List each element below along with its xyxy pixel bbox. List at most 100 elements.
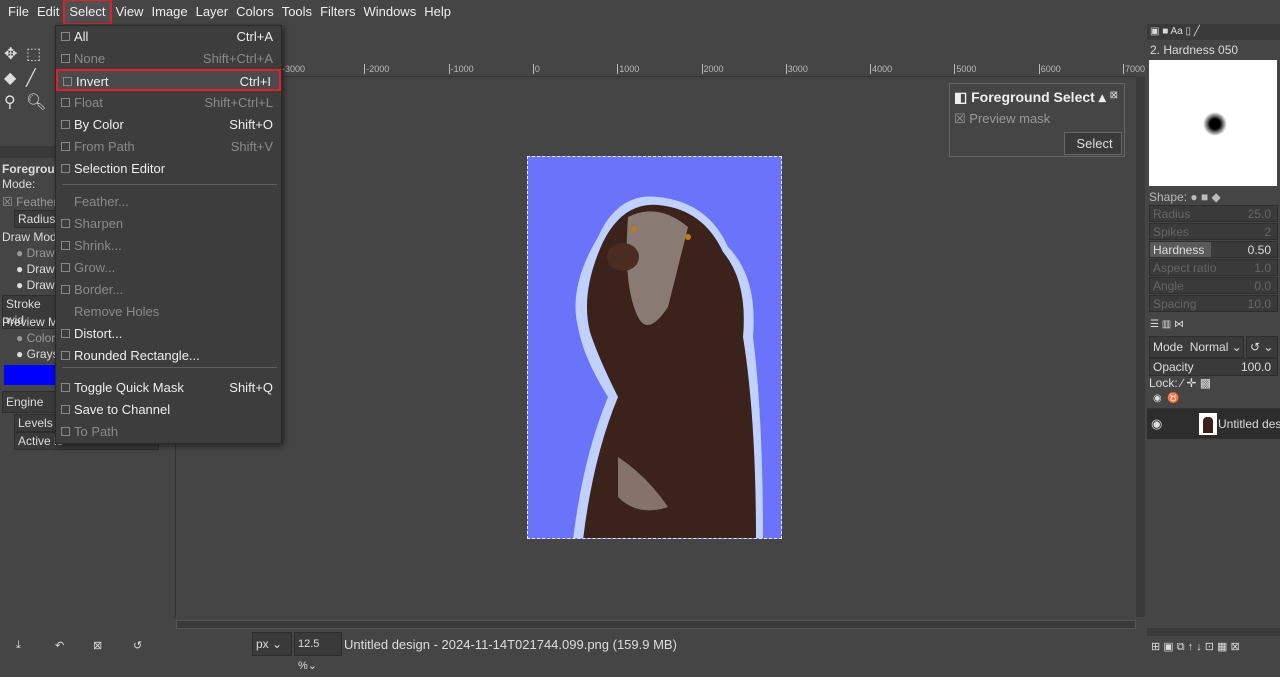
zoom-icon[interactable]: 🔍︎ xyxy=(26,92,46,112)
shortcut: Ctrl+A xyxy=(236,29,273,44)
feather-checkbox[interactable]: ☒ Feather xyxy=(2,195,57,209)
draw-radio-3[interactable]: ● Draw xyxy=(16,278,55,292)
menu-item-distort[interactable]: Distort... xyxy=(56,323,281,345)
menu-item-from-path[interactable]: From Path Shift+V xyxy=(56,136,281,158)
menu-layer[interactable]: Layer xyxy=(192,1,233,23)
label: None xyxy=(74,51,106,66)
composite-select[interactable]: ↺ ⌄ xyxy=(1246,336,1278,358)
menu-item-icon xyxy=(61,263,70,272)
engine-select[interactable]: Engine xyxy=(2,391,58,413)
save-preset-icon[interactable]: ⤓ xyxy=(16,639,21,652)
menu-windows[interactable]: Windows xyxy=(359,1,420,23)
file-info: Untitled design - 2024-11-14T021744.099.… xyxy=(344,637,677,652)
menu-item-sharpen[interactable]: Sharpen xyxy=(56,213,281,235)
menu-tools[interactable]: Tools xyxy=(278,1,316,23)
draw-radio-2[interactable]: ● Draw xyxy=(16,262,55,276)
menu-image[interactable]: Image xyxy=(147,1,191,23)
menu-file[interactable]: File xyxy=(4,1,33,23)
layer-actions[interactable]: ⊞ ▣ ⧉ ↑ ↓ ⊡ ▦ ⊠ xyxy=(1151,640,1240,654)
shortcut: Shift+Q xyxy=(229,380,273,395)
grayscale-radio[interactable]: ● Grays xyxy=(16,347,59,361)
mask-color-swatch[interactable] xyxy=(4,365,56,385)
menu-item-none[interactable]: None Shift+Ctrl+A xyxy=(56,48,281,70)
layer-row[interactable]: ◉ Untitled desi xyxy=(1147,409,1280,439)
menu-item-feather[interactable]: Feather... xyxy=(56,191,281,213)
menu-item-border[interactable]: Border... xyxy=(56,279,281,301)
menu-colors[interactable]: Colors xyxy=(232,1,278,23)
label: Draw xyxy=(26,278,55,292)
layer-name[interactable]: Untitled desi xyxy=(1218,417,1280,431)
menu-edit[interactable]: Edit xyxy=(33,1,63,23)
menu-item-to-path[interactable]: To Path xyxy=(56,421,281,443)
draw-radio-1[interactable]: ● Draw xyxy=(16,246,55,260)
layers-scrollbar[interactable] xyxy=(1147,628,1280,636)
menu-item-float[interactable]: Float Shift+Ctrl+L xyxy=(56,92,281,114)
bucket-fill-icon[interactable]: ◆ xyxy=(4,68,16,88)
brush-param-aspect-ratio[interactable]: Aspect ratio 1.0 xyxy=(1149,259,1278,276)
menu-item-grow[interactable]: Grow... xyxy=(56,257,281,279)
select-button[interactable]: Select xyxy=(1064,132,1122,155)
brush-param-spikes[interactable]: Spikes 2 xyxy=(1149,223,1278,240)
layer-mode-select[interactable]: Mode Normal ⌄ xyxy=(1149,336,1244,358)
menu-item-icon xyxy=(61,329,70,338)
brush-param-radius[interactable]: Radius 25.0 xyxy=(1149,205,1278,222)
move-tool-icon[interactable]: ✥ xyxy=(4,44,17,64)
menu-item-icon xyxy=(61,164,70,173)
label: Grays xyxy=(26,347,59,361)
menu-item-remove-holes[interactable]: Remove Holes xyxy=(56,301,281,323)
horizontal-scrollbar[interactable] xyxy=(176,620,1136,629)
visibility-eye-icon[interactable]: ◉ xyxy=(1151,416,1162,432)
label: Border... xyxy=(74,282,124,297)
image-canvas[interactable] xyxy=(527,156,782,539)
zoom-select[interactable]: 12.5 %⌄ xyxy=(294,632,342,672)
mode-label: Mode: xyxy=(2,177,36,191)
value: px xyxy=(256,637,269,651)
feather-label: Feather xyxy=(16,195,58,209)
value: 0.0 xyxy=(1254,279,1271,293)
color-radio[interactable]: ● Color xyxy=(16,331,55,345)
delete-icon[interactable]: ⊠ xyxy=(93,639,102,652)
menu-item-icon xyxy=(61,427,70,436)
ruler-tick-label: 1000 xyxy=(617,64,640,74)
menu-item-invert[interactable]: Invert Ctrl+I xyxy=(56,69,281,91)
vertical-scrollbar[interactable] xyxy=(1136,77,1145,617)
select-menu: All Ctrl+A None Shift+Ctrl+A Invert Ctrl+I Flo… xyxy=(55,25,282,444)
unit-select[interactable]: px ⌄ xyxy=(252,632,292,656)
menu-item-shrink[interactable]: Shrink... xyxy=(56,235,281,257)
shortcut: Shift+Ctrl+A xyxy=(202,51,273,66)
label: Remove Holes xyxy=(74,304,160,319)
restore-icon[interactable]: ↶ xyxy=(55,639,64,652)
brush-param-spacing[interactable]: Spacing 10.0 xyxy=(1149,295,1278,312)
layers-tabs[interactable]: ☰ ▥ ⋈ xyxy=(1147,317,1280,333)
color-picker-icon[interactable]: ⚲ xyxy=(4,92,16,112)
menu-help[interactable]: Help xyxy=(420,1,455,23)
label: Draw xyxy=(26,246,55,260)
close-icon[interactable]: ⊠ xyxy=(1110,90,1118,101)
tool-options-tabs[interactable] xyxy=(0,146,55,158)
menu-filters[interactable]: Filters xyxy=(316,1,359,23)
brush-param-angle[interactable]: Angle 0.0 xyxy=(1149,277,1278,294)
menu-item-icon xyxy=(61,54,70,63)
menu-item-rounded-rectangle[interactable]: Rounded Rectangle... xyxy=(56,345,281,367)
menu-item-by-color[interactable]: By Color Shift+O xyxy=(56,114,281,136)
reset-icon[interactable]: ↺ xyxy=(133,639,142,652)
horizontal-ruler[interactable]: -3000 -2000 -1000 0 1000 2000 3000 4000 5000 6000… xyxy=(176,62,1145,77)
value: 2 xyxy=(1264,225,1271,239)
menu-item-all[interactable]: All Ctrl+A xyxy=(56,26,281,48)
paintbrush-icon[interactable]: ╱ xyxy=(26,68,36,88)
menu-item-toggle-quick-mask[interactable]: Toggle Quick Mask Shift+Q xyxy=(56,377,281,399)
label: From Path xyxy=(74,139,135,154)
brushes-tabs[interactable]: ▣ ■ Aa ▯ ╱ xyxy=(1147,24,1280,40)
shortcut: Ctrl+I xyxy=(239,74,271,89)
menu-view[interactable]: View xyxy=(112,1,148,23)
brush-param-hardness[interactable]: Hardness 0.50 xyxy=(1149,241,1278,258)
rect-select-icon[interactable]: ⬚ xyxy=(26,44,41,64)
menu-item-save-to-channel[interactable]: Save to Channel xyxy=(56,399,281,421)
menu-item-selection-editor[interactable]: Selection Editor xyxy=(56,158,281,180)
menu-select[interactable]: Select xyxy=(63,0,112,25)
opacity-field[interactable]: Opacity 100.0 xyxy=(1149,358,1278,376)
preview-mask-checkbox[interactable]: ☒ Preview mask xyxy=(954,111,1050,127)
menu-separator xyxy=(62,184,277,185)
menu-item-icon xyxy=(61,197,70,206)
label: Spacing xyxy=(1153,297,1197,311)
